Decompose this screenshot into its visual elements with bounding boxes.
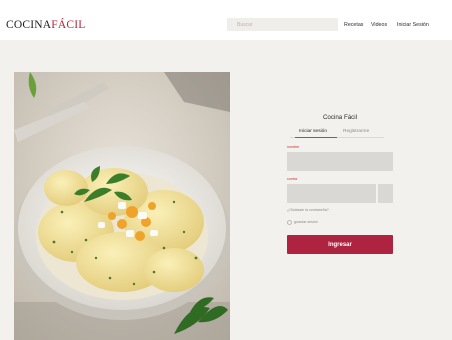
brand-logo[interactable]: COCINAFÁCIL: [6, 18, 86, 32]
logo-accent-text: FÁCIL: [51, 19, 86, 31]
active-tab-indicator: [295, 136, 337, 138]
password-field[interactable]: [287, 184, 376, 203]
remember-session-label: guardar sesión: [294, 220, 318, 224]
password-label: contra: [287, 177, 297, 181]
remember-session-checkbox[interactable]: guardar sesión: [287, 219, 318, 225]
checkbox-circle-icon[interactable]: [287, 219, 292, 225]
potato-salad-illustration: [14, 72, 230, 340]
login-panel: Cocina Fácil Iniciar sesión Registrarme …: [285, 109, 395, 259]
username-label: nombre: [287, 145, 300, 149]
submit-login-button[interactable]: Ingresar: [287, 235, 393, 254]
logo-main-text: COCINA: [6, 19, 52, 31]
login-title: Cocina Fácil: [322, 114, 358, 121]
top-navigation-bar: COCINAFÁCIL Recetas Videos Iniciar Sesió…: [0, 0, 452, 40]
recipe-photo: [14, 72, 230, 340]
password-visibility-toggle[interactable]: [378, 184, 393, 203]
search-input[interactable]: [227, 18, 338, 31]
login-tabs: Iniciar sesión Registrarme: [290, 128, 384, 138]
nav-link-iniciar-sesion[interactable]: Iniciar Sesión: [397, 19, 429, 31]
nav-link-recetas[interactable]: Recetas: [344, 19, 363, 31]
username-field[interactable]: [287, 152, 393, 171]
tab-iniciar-sesion[interactable]: Iniciar sesión: [299, 128, 327, 136]
forgot-password-link[interactable]: ¿Olvidaste la contraseña?: [287, 208, 329, 212]
nav-link-videos[interactable]: Videos: [371, 19, 387, 31]
tab-registrarme[interactable]: Registrarme: [343, 128, 369, 136]
